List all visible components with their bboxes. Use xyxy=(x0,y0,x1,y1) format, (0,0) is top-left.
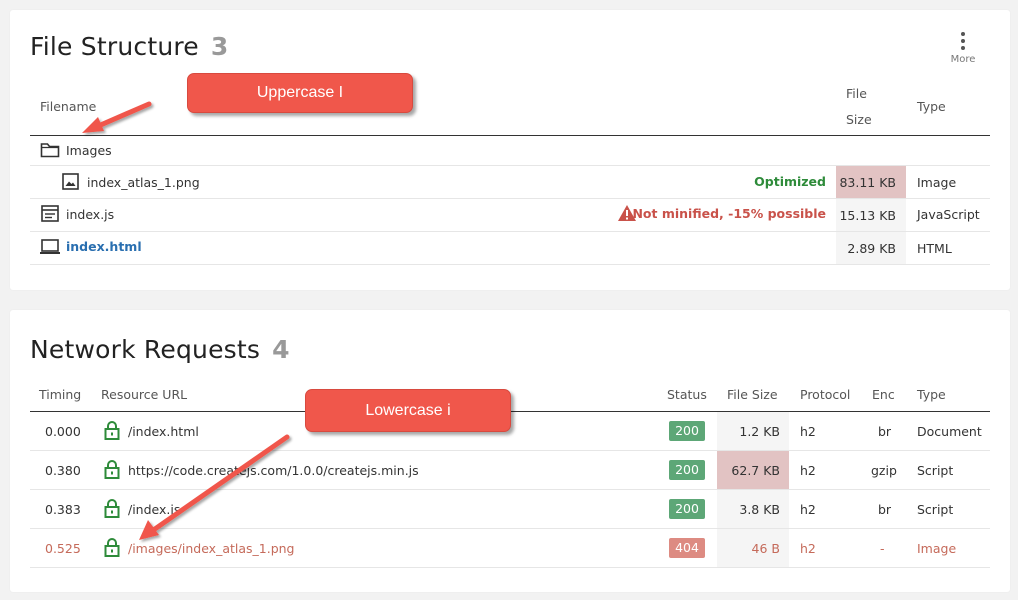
file-structure-card: File Structure 3 More Filename File Size … xyxy=(10,10,1010,290)
encoding: br xyxy=(878,502,892,517)
row-divider xyxy=(30,567,990,568)
resource-type: Image xyxy=(917,541,957,556)
lock-icon xyxy=(104,460,120,479)
file-type: JavaScript xyxy=(917,207,980,222)
header-file-size[interactable]: File Size xyxy=(727,387,778,402)
file-size: 3.8 KB xyxy=(739,502,780,517)
header-protocol[interactable]: Protocol xyxy=(800,387,850,402)
laptop-icon xyxy=(40,239,60,254)
file-size: 62.7 KB xyxy=(731,463,780,478)
file-structure-count: 3 xyxy=(210,32,229,61)
protocol: h2 xyxy=(800,541,816,556)
uppercase-callout: Uppercase I xyxy=(187,73,413,113)
header-enc[interactable]: Enc xyxy=(872,387,895,402)
file-structure-heading: File Structure 3 xyxy=(30,32,229,61)
protocol: h2 xyxy=(800,463,816,478)
lowercase-callout: Lowercase i xyxy=(305,389,511,432)
status-badge: 200 xyxy=(669,421,705,441)
encoding: - xyxy=(880,541,885,556)
lock-icon xyxy=(104,499,120,518)
resource-url[interactable]: https://code.createjs.com/1.0.0/createjs… xyxy=(128,463,419,478)
status-badge: 404 xyxy=(669,538,705,558)
timing: 0.000 xyxy=(45,424,81,439)
lock-icon xyxy=(104,421,120,440)
protocol: h2 xyxy=(800,424,816,439)
file-name-link[interactable]: index.html xyxy=(66,239,142,254)
encoding: gzip xyxy=(871,463,897,478)
file-structure-title: File Structure xyxy=(30,32,199,61)
lock-icon xyxy=(104,538,120,557)
header-resource-url[interactable]: Resource URL xyxy=(101,387,187,402)
more-label: More xyxy=(950,54,976,65)
file-name: Images xyxy=(66,143,112,158)
row-divider xyxy=(30,528,990,529)
row-divider xyxy=(30,198,990,199)
encoding: br xyxy=(878,424,892,439)
file-type: HTML xyxy=(917,241,952,256)
more-vertical-icon xyxy=(946,32,980,50)
resource-url[interactable]: /index.js xyxy=(128,502,180,517)
resource-type: Script xyxy=(917,502,954,517)
row-divider xyxy=(30,264,990,265)
file-size: 1.2 KB xyxy=(739,424,780,439)
row-divider xyxy=(30,231,990,232)
optimization-status: Optimized xyxy=(754,174,826,189)
file-type: Image xyxy=(917,175,957,190)
resource-type: Script xyxy=(917,463,954,478)
network-requests-heading: Network Requests 4 xyxy=(30,335,290,364)
status-badge: 200 xyxy=(669,460,705,480)
header-status[interactable]: Status xyxy=(667,387,707,402)
header-timing[interactable]: Timing xyxy=(39,387,81,402)
file-size: 2.89 KB xyxy=(847,241,896,256)
timing: 0.383 xyxy=(45,502,81,517)
status-badge: 200 xyxy=(669,499,705,519)
header-file-size-line2[interactable]: Size xyxy=(846,112,872,127)
file-size: 83.11 KB xyxy=(839,175,896,190)
minification-warning: Not minified, -15% possible xyxy=(632,206,826,221)
protocol: h2 xyxy=(800,502,816,517)
file-name: index_atlas_1.png xyxy=(87,175,200,190)
timing: 0.525 xyxy=(45,541,81,556)
row-divider xyxy=(30,165,990,166)
folder-icon xyxy=(40,143,60,158)
header-type[interactable]: Type xyxy=(917,99,946,114)
timing: 0.380 xyxy=(45,463,81,478)
network-requests-card: Network Requests 4 Timing Resource URL St… xyxy=(10,310,1010,592)
resource-type: Document xyxy=(917,424,982,439)
row-divider xyxy=(30,489,990,490)
script-file-icon xyxy=(41,205,59,222)
header-file-size-line1[interactable]: File xyxy=(846,86,867,101)
file-size: 46 B xyxy=(751,541,780,556)
resource-url[interactable]: /index.html xyxy=(128,424,199,439)
network-requests-count: 4 xyxy=(272,335,290,364)
network-requests-title: Network Requests xyxy=(30,335,261,364)
header-type[interactable]: Type xyxy=(917,387,946,402)
resource-url[interactable]: /images/index_atlas_1.png xyxy=(128,541,295,556)
row-divider xyxy=(30,450,990,451)
file-size: 15.13 KB xyxy=(839,208,896,223)
header-divider xyxy=(30,135,990,136)
more-button[interactable]: More xyxy=(946,32,980,65)
header-filename[interactable]: Filename xyxy=(40,99,96,114)
file-name: index.js xyxy=(66,207,115,222)
image-icon xyxy=(62,173,79,190)
